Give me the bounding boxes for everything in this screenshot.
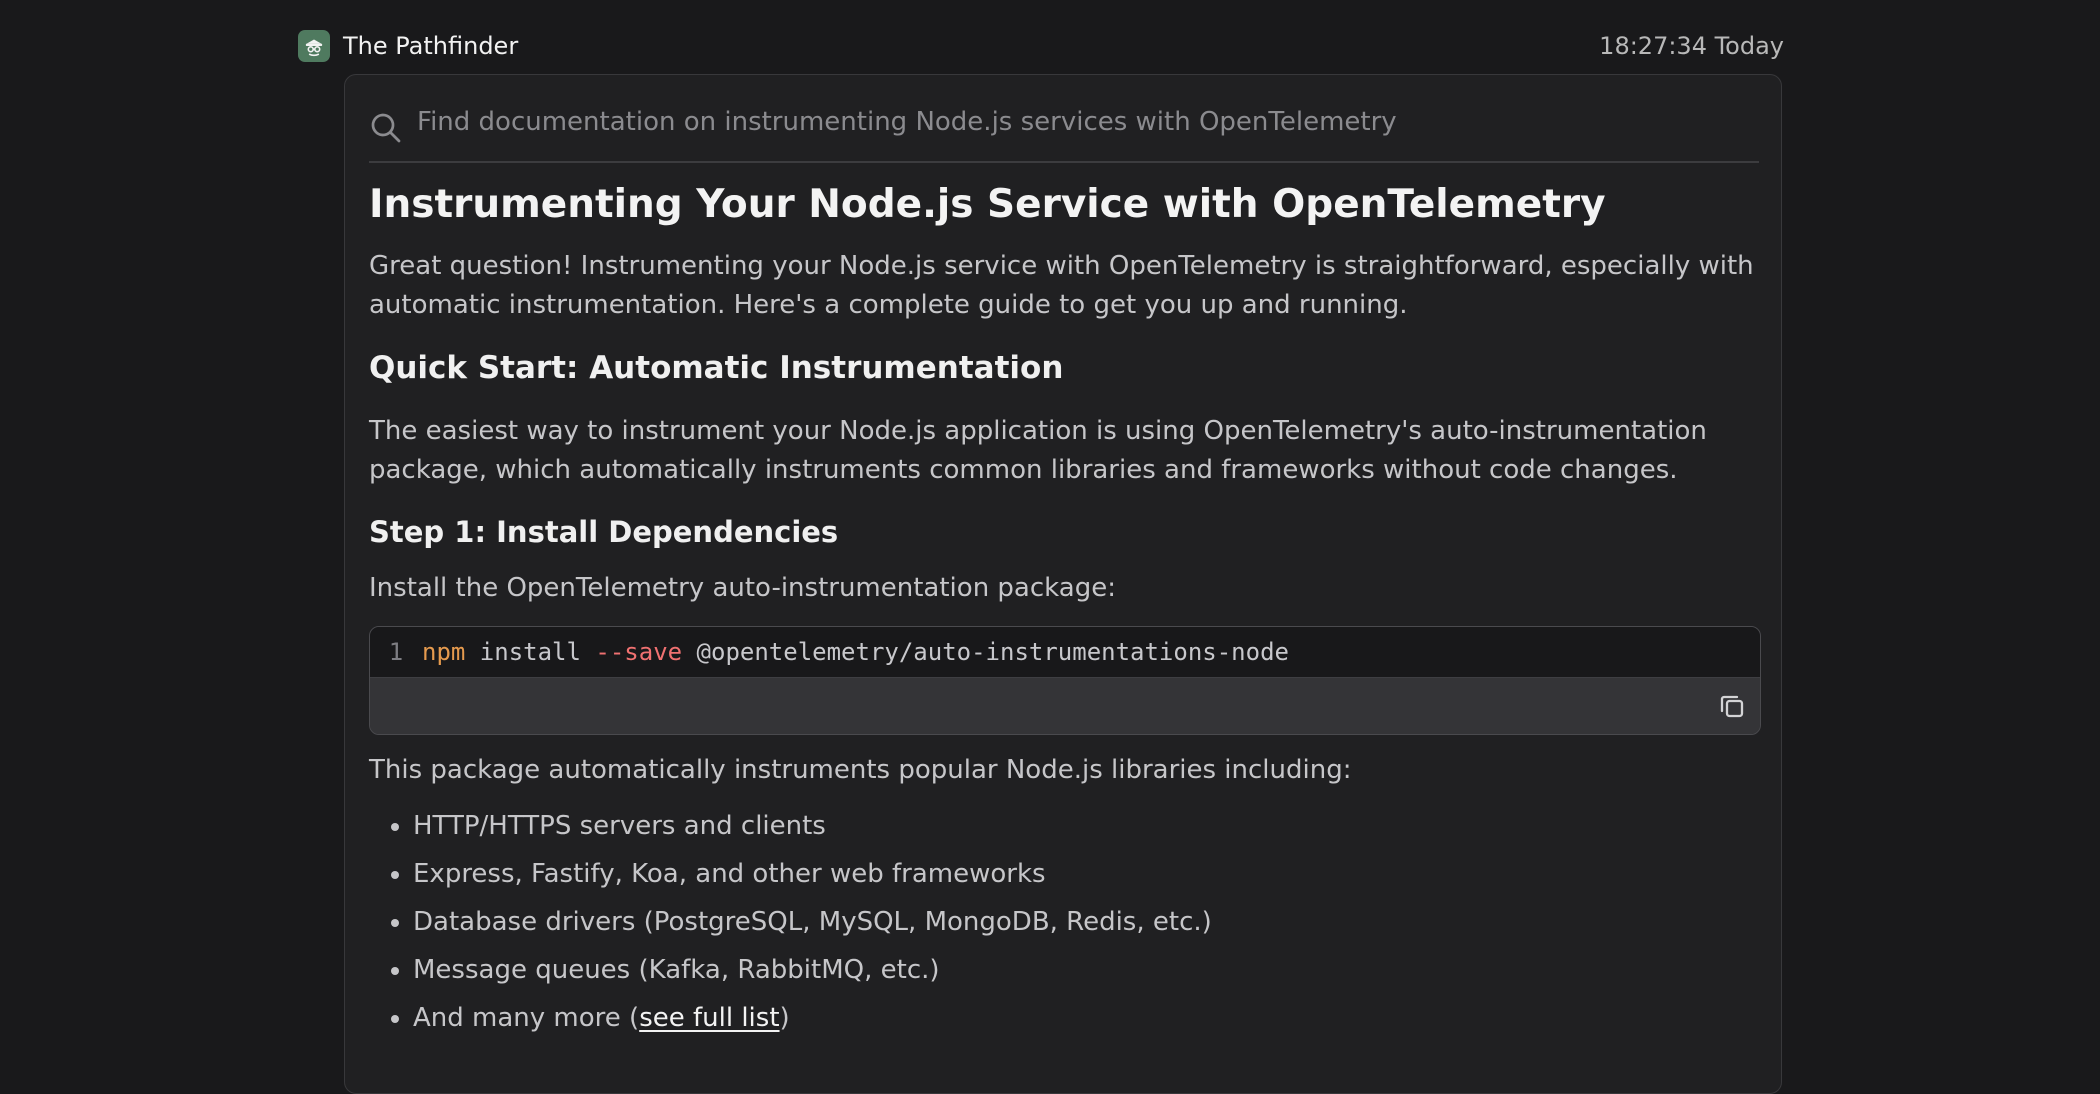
brand: The Pathfinder <box>298 30 518 62</box>
see-full-list-link[interactable]: see full list <box>639 1003 779 1033</box>
code-flag: --save <box>595 638 683 666</box>
list-item: Database drivers (PostgreSQL, MySQL, Mon… <box>413 898 1761 946</box>
code-command: npm <box>422 638 466 666</box>
list-item: Message queues (Kafka, RabbitMQ, etc.) <box>413 946 1761 994</box>
code-toolbar <box>370 678 1760 734</box>
quick-start-heading: Quick Start: Automatic Instrumentation <box>369 350 1064 386</box>
list-item: And many more (see full list) <box>413 994 1761 1042</box>
search-query[interactable]: Find documentation on instrumenting Node… <box>417 91 1397 153</box>
quick-start-paragraph: The easiest way to instrument your Node.… <box>369 416 1707 485</box>
search-bar[interactable]: Find documentation on instrumenting Node… <box>369 97 1759 163</box>
list-intro: This package automatically instruments p… <box>369 755 1352 785</box>
article-title: Instrumenting Your Node.js Service with … <box>369 182 1606 227</box>
response-panel: Find documentation on instrumenting Node… <box>344 74 1782 1094</box>
list-item: Express, Fastify, Koa, and other web fra… <box>413 850 1761 898</box>
code-subcommand: install <box>465 638 596 666</box>
intro-paragraph: Great question! Instrumenting your Node.… <box>369 251 1754 320</box>
pathfinder-logo-icon <box>298 30 330 62</box>
code-line[interactable]: 1 npm install --save @opentelemetry/auto… <box>370 627 1760 678</box>
code-block: 1 npm install --save @opentelemetry/auto… <box>369 626 1761 735</box>
article-content: Instrumenting Your Node.js Service with … <box>369 177 1761 1042</box>
more-prefix: And many more ( <box>413 1003 640 1033</box>
message-timestamp: 18:27:34 Today <box>1599 32 1784 60</box>
step-1-paragraph: Install the OpenTelemetry auto-instrumen… <box>369 573 1116 603</box>
line-number: 1 <box>388 638 404 666</box>
app-name: The Pathfinder <box>343 32 519 60</box>
library-list: HTTP/HTTPS servers and clients Express, … <box>369 802 1761 1042</box>
code-package: @opentelemetry/auto-instrumentations-nod… <box>682 638 1289 666</box>
step-1-heading: Step 1: Install Dependencies <box>369 515 839 549</box>
more-suffix: ) <box>779 1003 790 1033</box>
app-header: The Pathfinder 18:27:34 Today <box>298 26 1784 66</box>
copy-icon[interactable] <box>1718 692 1746 720</box>
search-icon <box>369 111 403 145</box>
list-item: HTTP/HTTPS servers and clients <box>413 802 1761 850</box>
